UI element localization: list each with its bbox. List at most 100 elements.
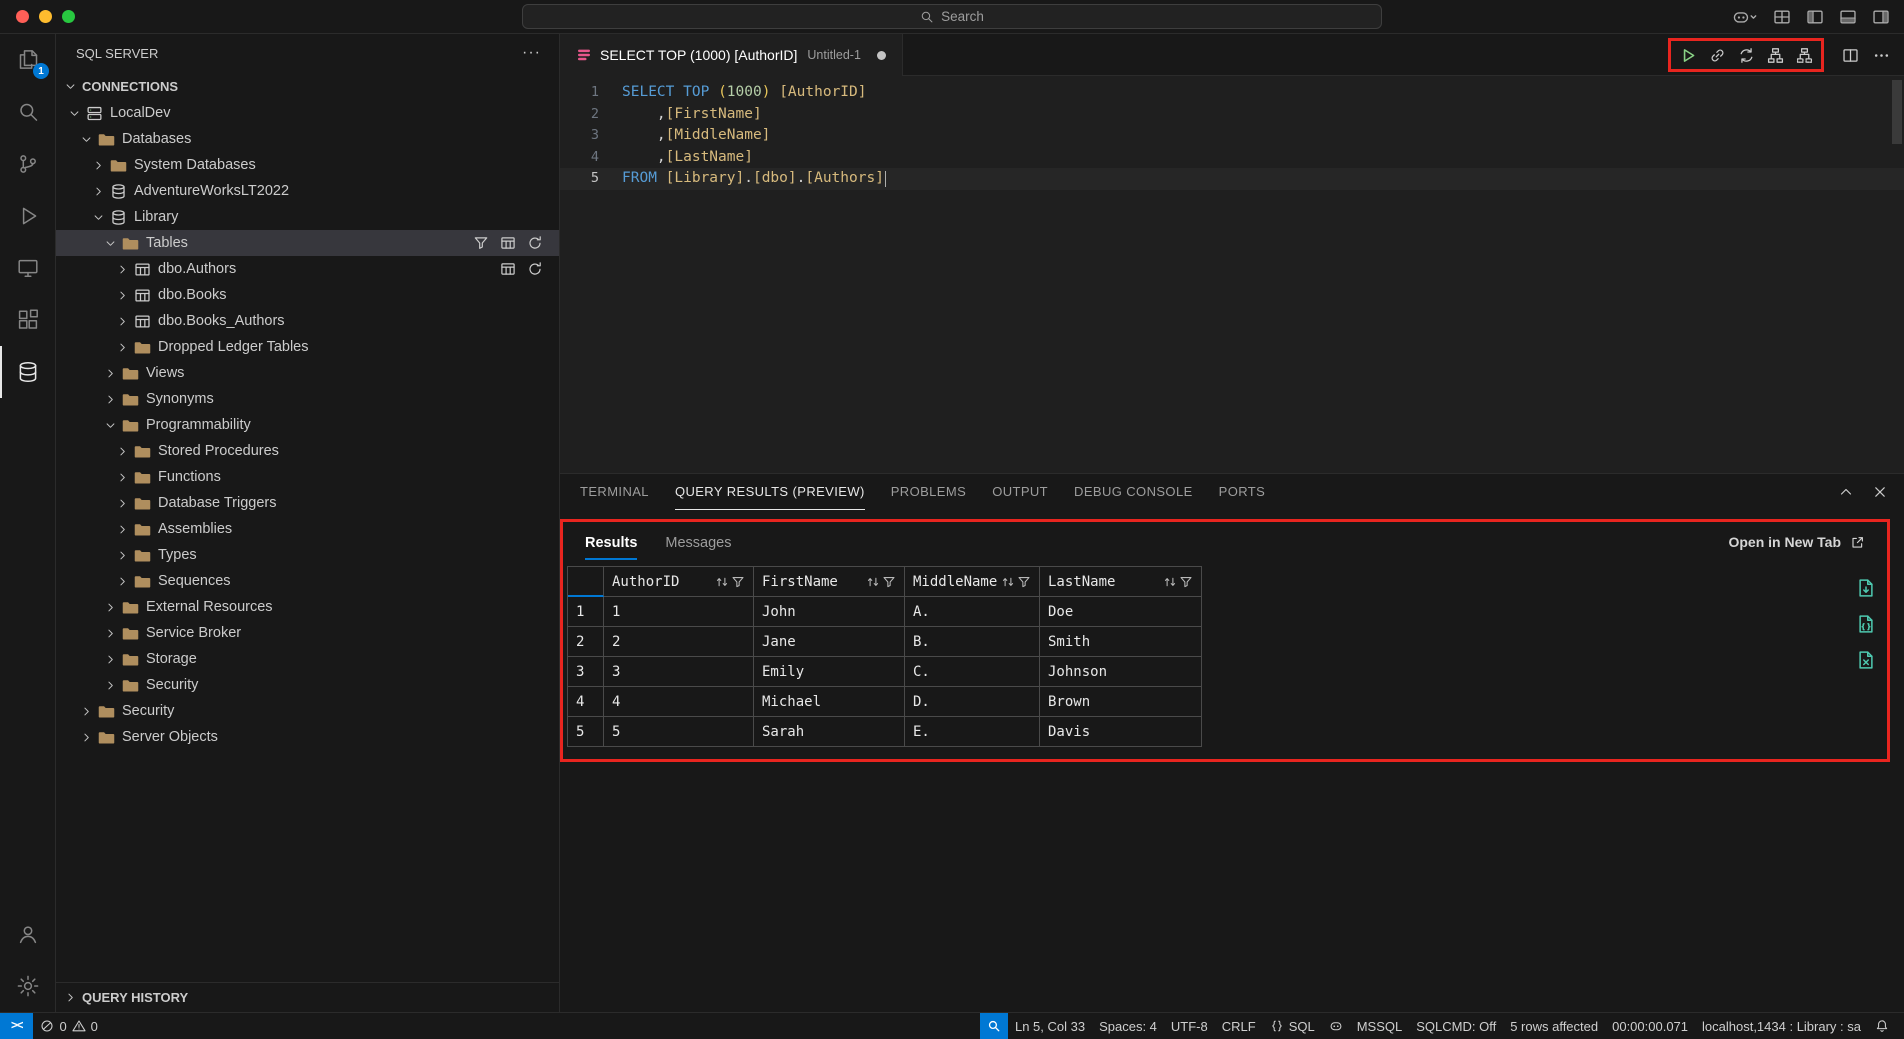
panel-tab-problems[interactable]: PROBLEMS [891, 474, 966, 510]
tree-item-synonyms[interactable]: Synonyms [56, 386, 559, 412]
cell-middlename[interactable]: E. [905, 717, 1040, 747]
sort-icon[interactable] [715, 575, 729, 589]
cell-lastname[interactable]: Davis [1040, 717, 1202, 747]
activity-item-source-control[interactable] [0, 138, 56, 190]
column-header-middlename[interactable]: MiddleName [905, 567, 1040, 597]
cell-authorid[interactable]: 4 [604, 687, 754, 717]
tree-item-tables[interactable]: Tables [56, 230, 559, 256]
layout-sidebar-right-button[interactable] [1872, 8, 1890, 26]
tree-item-adventureworkslt2022[interactable]: AdventureWorksLT2022 [56, 178, 559, 204]
minimize-window-button[interactable] [39, 10, 52, 23]
cell-authorid[interactable]: 3 [604, 657, 754, 687]
column-header-authorid[interactable]: AuthorID [604, 567, 754, 597]
connections-section-header[interactable]: CONNECTIONS [56, 72, 559, 100]
editor-tab[interactable]: SELECT TOP (1000) [AuthorID] Untitled-1 [560, 34, 903, 76]
panel-tab-output[interactable]: OUTPUT [992, 474, 1048, 510]
tree-item-security[interactable]: Security [56, 698, 559, 724]
row-number-cell[interactable]: 4 [568, 687, 604, 717]
save-csv-button[interactable] [1856, 578, 1876, 598]
cell-authorid[interactable]: 2 [604, 627, 754, 657]
maximize-window-button[interactable] [62, 10, 75, 23]
filter-icon[interactable] [473, 235, 489, 251]
activity-item-explorer[interactable]: 1 [0, 34, 56, 86]
unsaved-changes-indicator[interactable] [877, 51, 886, 60]
activity-item-extensions[interactable] [0, 294, 56, 346]
cell-middlename[interactable]: A. [905, 597, 1040, 627]
select-all-corner-cell[interactable] [568, 567, 604, 597]
cell-authorid[interactable]: 5 [604, 717, 754, 747]
layout-sidebar-left-button[interactable] [1806, 8, 1824, 26]
filter-icon[interactable] [1017, 575, 1031, 589]
activity-item-settings[interactable] [0, 960, 56, 1012]
cell-authorid[interactable]: 1 [604, 597, 754, 627]
editor-scrollbar[interactable] [1892, 80, 1902, 144]
tree-item-stored-procedures[interactable]: Stored Procedures [56, 438, 559, 464]
table-icon[interactable] [500, 261, 516, 277]
column-header-lastname[interactable]: LastName [1040, 567, 1202, 597]
tree-item-sequences[interactable]: Sequences [56, 568, 559, 594]
status-copilot[interactable] [1322, 1013, 1350, 1039]
cell-middlename[interactable]: B. [905, 627, 1040, 657]
tree-item-localdev[interactable]: LocalDev [56, 100, 559, 126]
tree-item-databases[interactable]: Databases [56, 126, 559, 152]
tree-item-dbo-authors[interactable]: dbo.Authors [56, 256, 559, 282]
cell-lastname[interactable]: Doe [1040, 597, 1202, 627]
tree-item-views[interactable]: Views [56, 360, 559, 386]
status-sqlcmd[interactable]: SQLCMD: Off [1409, 1013, 1503, 1039]
filter-icon[interactable] [731, 575, 745, 589]
search-input[interactable]: Search [522, 4, 1382, 29]
code-line-5[interactable]: 5FROM [Library].[dbo].[Authors] [560, 168, 1904, 190]
status-zoom-indicator[interactable] [980, 1013, 1008, 1039]
status-notifications[interactable] [1868, 1013, 1896, 1039]
problems-status[interactable]: 00 [33, 1013, 104, 1039]
row-number-cell[interactable]: 1 [568, 597, 604, 627]
tree-item-types[interactable]: Types [56, 542, 559, 568]
close-panel-icon[interactable] [1872, 484, 1888, 500]
code-line-3[interactable]: 3 ,[MiddleName] [560, 125, 1904, 147]
panel-tab-query-results-preview[interactable]: QUERY RESULTS (PREVIEW) [675, 474, 865, 510]
actual-plan-button[interactable] [1791, 43, 1817, 67]
activity-item-sql-server[interactable] [0, 346, 56, 398]
cell-lastname[interactable]: Johnson [1040, 657, 1202, 687]
run-button[interactable] [1675, 43, 1701, 67]
cell-firstname[interactable]: Michael [754, 687, 905, 717]
table-icon[interactable] [500, 235, 516, 251]
filter-icon[interactable] [882, 575, 896, 589]
panel-tab-debug-console[interactable]: DEBUG CONSOLE [1074, 474, 1193, 510]
tree-item-security[interactable]: Security [56, 672, 559, 698]
sort-icon[interactable] [1163, 575, 1177, 589]
save-excel-button[interactable] [1856, 650, 1876, 670]
tree-item-assemblies[interactable]: Assemblies [56, 516, 559, 542]
more-actions-icon[interactable]: ··· [522, 44, 541, 62]
tree-item-dbo-books[interactable]: dbo.Books [56, 282, 559, 308]
tree-item-dbo-books-authors[interactable]: dbo.Books_Authors [56, 308, 559, 334]
status-indentation[interactable]: Spaces: 4 [1092, 1013, 1164, 1039]
tree-item-system-databases[interactable]: System Databases [56, 152, 559, 178]
sort-icon[interactable] [1001, 575, 1015, 589]
collapse-panel-icon[interactable] [1838, 484, 1854, 500]
status-cursor-position[interactable]: Ln 5, Col 33 [1008, 1013, 1092, 1039]
refresh-icon[interactable] [527, 261, 543, 277]
tree-item-programmability[interactable]: Programmability [56, 412, 559, 438]
tree-item-database-triggers[interactable]: Database Triggers [56, 490, 559, 516]
messages-tab[interactable]: Messages [665, 535, 731, 560]
tree-item-server-objects[interactable]: Server Objects [56, 724, 559, 750]
sort-icon[interactable] [866, 575, 880, 589]
panel-tab-ports[interactable]: PORTS [1219, 474, 1266, 510]
cell-middlename[interactable]: C. [905, 657, 1040, 687]
status-rows-affected[interactable]: 5 rows affected [1503, 1013, 1605, 1039]
tree-item-service-broker[interactable]: Service Broker [56, 620, 559, 646]
cell-firstname[interactable]: Sarah [754, 717, 905, 747]
status-query-time[interactable]: 00:00:00.071 [1605, 1013, 1695, 1039]
cell-middlename[interactable]: D. [905, 687, 1040, 717]
status-mssql[interactable]: MSSQL [1350, 1013, 1410, 1039]
cell-firstname[interactable]: Jane [754, 627, 905, 657]
save-json-button[interactable] [1856, 614, 1876, 634]
open-in-new-tab-button[interactable]: Open in New Tab [1728, 534, 1865, 550]
split-editor-button[interactable] [1837, 43, 1863, 67]
cell-lastname[interactable]: Brown [1040, 687, 1202, 717]
status-encoding[interactable]: UTF-8 [1164, 1013, 1215, 1039]
code-line-2[interactable]: 2 ,[FirstName] [560, 104, 1904, 126]
tree-item-dropped-ledger-tables[interactable]: Dropped Ledger Tables [56, 334, 559, 360]
activity-item-run-debug[interactable] [0, 190, 56, 242]
